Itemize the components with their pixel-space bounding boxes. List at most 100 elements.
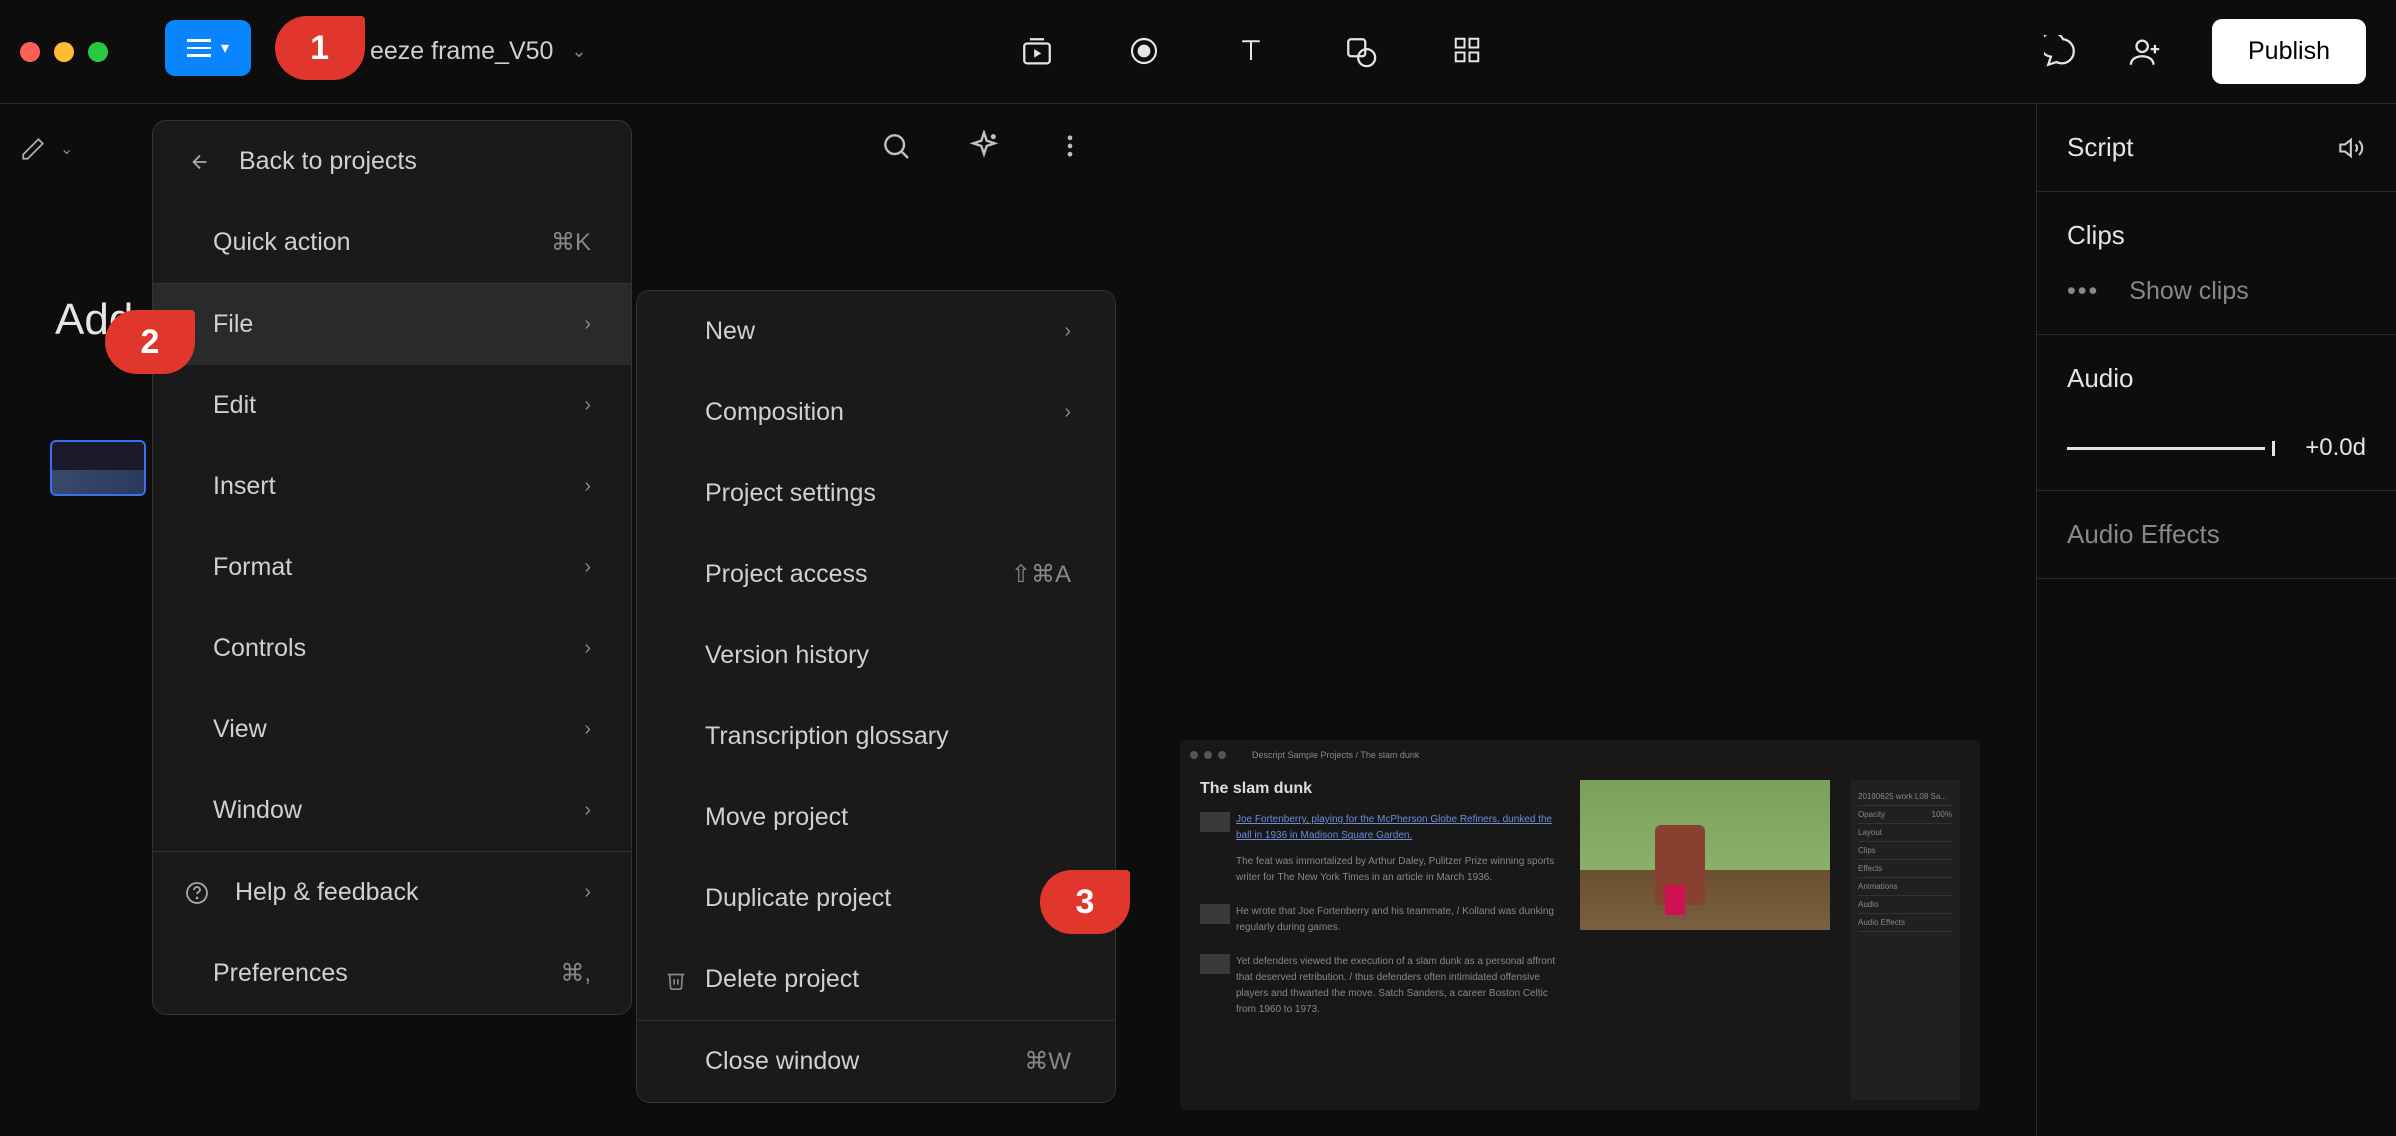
chevron-right-icon: › — [584, 637, 591, 660]
chevron-right-icon: › — [1064, 320, 1071, 343]
menu-quick-action[interactable]: Quick action ⌘K — [153, 202, 631, 283]
publish-button[interactable]: Publish — [2212, 19, 2366, 84]
audio-effects-section-title: Audio Effects — [2067, 519, 2220, 550]
arrow-left-icon — [189, 151, 211, 173]
menu-label: Back to projects — [239, 147, 417, 176]
menu-label: Project settings — [705, 479, 876, 508]
window-traffic-lights[interactable] — [20, 42, 108, 62]
main-menu: Back to projects Quick action ⌘K File › … — [152, 120, 632, 1015]
submenu-move-project[interactable]: Move project — [637, 777, 1115, 858]
menu-controls[interactable]: Controls › — [153, 608, 631, 689]
shortcut-label: ⌘K — [551, 228, 591, 257]
grid-icon[interactable] — [1452, 35, 1486, 69]
menu-label: Move project — [705, 803, 848, 832]
minimize-window-dot[interactable] — [54, 42, 74, 62]
chevron-right-icon: › — [584, 475, 591, 498]
preview-text: Joe Fortenberry, playing for the McPhers… — [1236, 812, 1560, 844]
submenu-version-history[interactable]: Version history — [637, 615, 1115, 696]
menu-label: Help & feedback — [235, 878, 418, 907]
audio-slider[interactable] — [2067, 447, 2265, 450]
project-title[interactable]: eeze frame_V50 ⌄ — [370, 37, 587, 66]
preview-text: Yet defenders viewed the execution of a … — [1236, 954, 1560, 1018]
submenu-transcription-glossary[interactable]: Transcription glossary — [637, 696, 1115, 777]
menu-label: Quick action — [213, 228, 351, 257]
file-submenu: New › Composition › Project settings Pro… — [636, 290, 1116, 1103]
menu-label: Edit — [213, 391, 256, 420]
record-icon[interactable] — [1128, 35, 1162, 69]
menu-label: Version history — [705, 641, 869, 670]
annotation-marker-1: 1 — [275, 16, 365, 80]
trash-icon — [665, 969, 687, 991]
menu-label: Format — [213, 553, 292, 582]
submenu-delete-project[interactable]: Delete project — [637, 939, 1115, 1020]
menu-insert[interactable]: Insert › — [153, 446, 631, 527]
sparkle-icon[interactable] — [968, 130, 1000, 162]
shapes-icon[interactable] — [1344, 35, 1378, 69]
text-icon[interactable] — [1236, 35, 1270, 69]
preview-window: Descript Sample Projects / The slam dunk… — [1180, 740, 1980, 1110]
menu-label: File — [213, 310, 253, 339]
preview-text: The feat was immortalized by Arthur Dale… — [1236, 854, 1560, 886]
chevron-right-icon: › — [584, 556, 591, 579]
preview-title: The slam dunk — [1200, 780, 1560, 798]
chevron-down-icon: ⌄ — [60, 139, 73, 159]
speaker-icon[interactable] — [2338, 134, 2366, 162]
audio-section-title: Audio — [2067, 363, 2134, 394]
preview-video-frame — [1580, 780, 1830, 930]
preview-text: He wrote that Joe Fortenberry and his te… — [1236, 904, 1560, 936]
add-user-icon[interactable] — [2128, 35, 2162, 69]
submenu-new[interactable]: New › — [637, 291, 1115, 372]
menu-label: Insert — [213, 472, 276, 501]
menu-label: Project access — [705, 560, 868, 589]
menu-preferences[interactable]: Preferences ⌘, — [153, 933, 631, 1014]
submenu-composition[interactable]: Composition › — [637, 372, 1115, 453]
publish-label: Publish — [2248, 37, 2330, 65]
chevron-down-icon: ▾ — [221, 38, 229, 58]
chevron-right-icon: › — [584, 799, 591, 822]
chevron-right-icon: › — [584, 313, 591, 336]
chevron-right-icon: › — [584, 881, 591, 904]
menu-label: Composition — [705, 398, 844, 427]
more-horizontal-icon[interactable]: ••• — [2067, 277, 2099, 306]
menu-label: Window — [213, 796, 302, 825]
project-title-text: eeze frame_V50 — [370, 37, 553, 66]
search-icon[interactable] — [880, 130, 912, 162]
menu-label: Close window — [705, 1047, 859, 1076]
clips-section-title: Clips — [2067, 220, 2125, 251]
main-menu-button[interactable]: ▾ — [165, 20, 251, 76]
shortcut-label: ⇧⌘A — [1011, 560, 1071, 589]
preview-breadcrumb: Descript Sample Projects / The slam dunk — [1252, 750, 1419, 760]
right-panel: Script Clips ••• Show clips Audio +0.0d … — [2036, 104, 2396, 1136]
chevron-right-icon: › — [584, 394, 591, 417]
menu-label: Duplicate project — [705, 884, 891, 913]
menu-window[interactable]: Window › — [153, 770, 631, 851]
menu-label: Preferences — [213, 959, 348, 988]
submenu-close-window[interactable]: Close window ⌘W — [637, 1021, 1115, 1102]
chevron-down-icon: ⌄ — [571, 41, 586, 62]
show-clips-button[interactable]: Show clips — [2129, 277, 2249, 306]
chevron-right-icon: › — [1064, 401, 1071, 424]
close-window-dot[interactable] — [20, 42, 40, 62]
shortcut-label: ⌘, — [560, 959, 591, 988]
more-vertical-icon[interactable] — [1056, 132, 1084, 160]
submenu-project-access[interactable]: Project access ⇧⌘A — [637, 534, 1115, 615]
hamburger-icon — [187, 39, 211, 57]
menu-file[interactable]: File › — [153, 284, 631, 365]
menu-back-to-projects[interactable]: Back to projects — [153, 121, 631, 202]
menu-label: Delete project — [705, 965, 859, 994]
screen-record-icon[interactable] — [1020, 35, 1054, 69]
edit-tool[interactable]: ⌄ — [20, 136, 73, 162]
maximize-window-dot[interactable] — [88, 42, 108, 62]
menu-label: New — [705, 317, 755, 346]
menu-help[interactable]: Help & feedback › — [153, 852, 631, 933]
menu-edit[interactable]: Edit › — [153, 365, 631, 446]
menu-label: Transcription glossary — [705, 722, 949, 751]
annotation-marker-3: 3 — [1040, 870, 1130, 934]
comment-icon[interactable] — [2044, 35, 2078, 69]
menu-view[interactable]: View › — [153, 689, 631, 770]
audio-value: +0.0d — [2305, 434, 2366, 462]
scene-thumbnail[interactable] — [50, 440, 146, 496]
menu-format[interactable]: Format › — [153, 527, 631, 608]
submenu-project-settings[interactable]: Project settings — [637, 453, 1115, 534]
annotation-marker-2: 2 — [105, 310, 195, 374]
